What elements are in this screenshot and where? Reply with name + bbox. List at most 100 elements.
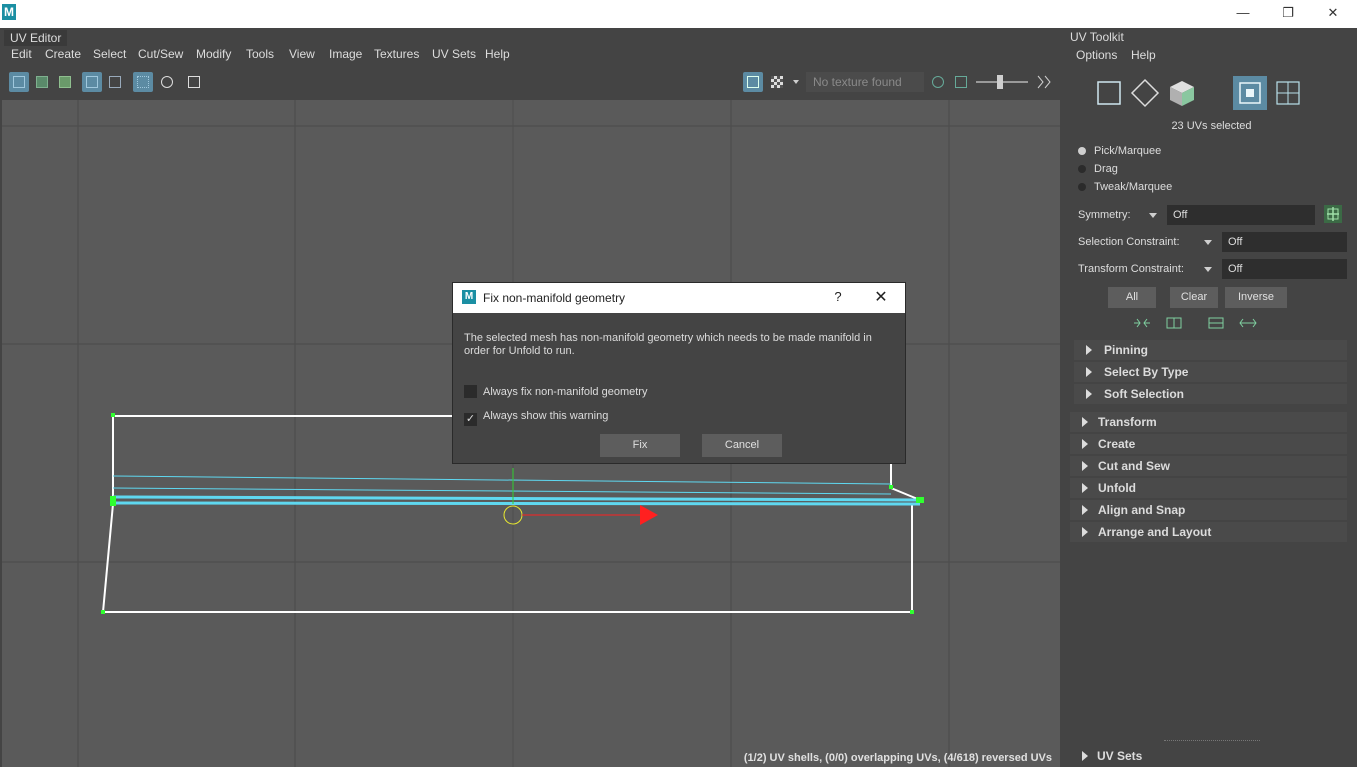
rgb-channels-icon[interactable] (928, 72, 948, 92)
menu-cut-sew[interactable]: Cut/Sew (138, 47, 183, 61)
uv-vertex (101, 610, 105, 614)
uv-vertex (916, 497, 924, 503)
always-show-warning-checkbox-row[interactable]: ✓ Always show this warning (464, 410, 608, 426)
uv-vertex (111, 413, 115, 417)
select-edge-ring-icon[interactable] (1238, 315, 1258, 331)
mode-pick-marquee[interactable]: Pick/Marquee (1078, 145, 1161, 157)
pixel-snap-icon[interactable] (157, 72, 177, 92)
minimize-button[interactable]: — (1221, 2, 1265, 24)
uv-status-bar: (1/2) UV shells, (0/0) overlapping UVs, … (743, 752, 1052, 764)
menu-image[interactable]: Image (329, 47, 362, 61)
mode-drag[interactable]: Drag (1078, 163, 1118, 175)
window-titlebar: M — ❐ ✕ (0, 0, 1357, 28)
panel-resize-handle[interactable] (1164, 740, 1260, 741)
symmetry-axis-icon[interactable] (1324, 205, 1342, 223)
section-create[interactable]: Create (1070, 434, 1347, 454)
section-transform[interactable]: Transform (1070, 412, 1347, 432)
uv-border-icon[interactable] (82, 72, 102, 92)
dialog-titlebar: M Fix non-manifold geometry ? ✕ (453, 283, 905, 313)
toolbar-overflow-icon[interactable] (1033, 72, 1053, 92)
uv-editor-tab[interactable]: UV Editor (4, 30, 68, 46)
image-ratio-icon[interactable] (951, 72, 971, 92)
exposure-slider-handle[interactable] (997, 75, 1003, 89)
checker-icon[interactable] (767, 72, 787, 92)
uv-vertex (889, 485, 893, 489)
editor-menubar: Edit Create Select Cut/Sew Modify Tools … (0, 45, 1063, 65)
uv-toolkit-tab[interactable]: UV Toolkit (1070, 30, 1124, 44)
fix-button[interactable]: Fix (600, 434, 680, 457)
uv-shell-outline-top (112, 415, 462, 500)
uv-vertex (110, 496, 116, 506)
uv-layout-mode-icon[interactable] (1271, 76, 1305, 110)
mode-tweak-marquee[interactable]: Tweak/Marquee (1078, 181, 1172, 193)
inverse-selection-button[interactable]: Inverse (1225, 287, 1287, 308)
cancel-button[interactable]: Cancel (702, 434, 782, 457)
uv-grid-icon[interactable] (105, 72, 125, 92)
selection-constraint-chevron-down-icon[interactable] (1203, 235, 1213, 249)
uv-shell-mode-icon[interactable] (1128, 76, 1162, 110)
dialog-title: Fix non-manifold geometry (483, 291, 626, 305)
selection-constraint-dropdown[interactable]: Off (1222, 232, 1347, 252)
menu-modify[interactable]: Modify (196, 47, 231, 61)
shaded-uv-icon[interactable] (32, 72, 52, 92)
uv-vertex (910, 610, 914, 614)
menu-help[interactable]: Help (485, 47, 510, 61)
maya-logo-icon: M (2, 4, 16, 20)
dialog-message: The selected mesh has non-manifold geome… (464, 332, 872, 357)
menu-view[interactable]: View (289, 47, 315, 61)
section-select-by-type[interactable]: Select By Type (1074, 362, 1347, 382)
texture-field[interactable]: No texture found (806, 72, 924, 92)
shrink-selection-icon[interactable] (1132, 315, 1152, 331)
section-align-and-snap[interactable]: Align and Snap (1070, 500, 1347, 520)
symmetry-label: Symmetry: (1078, 209, 1131, 221)
checker-dropdown-chevron-down-icon[interactable] (790, 72, 802, 92)
uv-component-mode-icon[interactable] (1092, 76, 1126, 110)
always-show-warning-checkbox[interactable]: ✓ (464, 413, 477, 426)
transform-constraint-chevron-down-icon[interactable] (1203, 262, 1213, 276)
grid-icon[interactable] (133, 72, 153, 92)
uv-selected-edge (112, 475, 892, 485)
radio-unselected[interactable] (1078, 183, 1086, 191)
radio-unselected[interactable] (1078, 165, 1086, 173)
close-window-button[interactable]: ✕ (1311, 2, 1355, 24)
section-pinning[interactable]: Pinning (1074, 340, 1347, 360)
menu-create[interactable]: Create (45, 47, 81, 61)
menu-uv-sets[interactable]: UV Sets (432, 47, 476, 61)
symmetry-chevron-down-icon[interactable] (1148, 208, 1158, 222)
distortion-icon[interactable] (55, 72, 75, 92)
select-edge-loop-icon[interactable] (1206, 315, 1226, 331)
section-soft-selection[interactable]: Soft Selection (1074, 384, 1347, 404)
section-arrange-and-layout[interactable]: Arrange and Layout (1070, 522, 1347, 542)
toolkit-menu-help[interactable]: Help (1131, 48, 1156, 62)
always-fix-checkbox[interactable] (464, 385, 477, 398)
radio-selected[interactable] (1078, 147, 1086, 155)
toolkit-menu-options[interactable]: Options (1076, 48, 1117, 62)
section-uv-sets[interactable]: UV Sets (1070, 746, 1357, 766)
always-fix-checkbox-row[interactable]: Always fix non-manifold geometry (464, 385, 647, 398)
image-display-icon[interactable] (743, 72, 763, 92)
select-all-button[interactable]: All (1108, 287, 1156, 308)
section-unfold[interactable]: Unfold (1070, 478, 1347, 498)
mesh-object-mode-icon[interactable] (1165, 76, 1199, 110)
clear-selection-button[interactable]: Clear (1170, 287, 1218, 308)
menu-edit[interactable]: Edit (11, 47, 32, 61)
uv-shell-outline-bottom (101, 503, 913, 613)
manipulator-x-arrow-icon (640, 505, 658, 525)
close-icon[interactable]: ✕ (873, 287, 889, 307)
transform-constraint-dropdown[interactable]: Off (1222, 259, 1347, 279)
selection-constraint-label: Selection Constraint: (1078, 236, 1180, 248)
uv-shell-icon[interactable] (9, 72, 29, 92)
menu-tools[interactable]: Tools (246, 47, 274, 61)
uv-selection-count: 23 UVs selected (1171, 120, 1252, 132)
menu-textures[interactable]: Textures (374, 47, 419, 61)
restore-button[interactable]: ❐ (1266, 2, 1310, 24)
section-cut-and-sew[interactable]: Cut and Sew (1070, 456, 1347, 476)
uv-select-all-mode-icon[interactable] (1233, 76, 1267, 110)
uv-toolkit-panel: UV Toolkit Options Help 23 UVs selected … (1066, 28, 1357, 767)
grow-selection-icon[interactable] (1164, 315, 1184, 331)
transform-constraint-label: Transform Constraint: (1078, 263, 1184, 275)
menu-select[interactable]: Select (93, 47, 126, 61)
symmetry-dropdown[interactable]: Off (1167, 205, 1315, 225)
snapshot-camera-icon[interactable] (184, 72, 204, 92)
help-icon[interactable]: ? (831, 289, 845, 304)
